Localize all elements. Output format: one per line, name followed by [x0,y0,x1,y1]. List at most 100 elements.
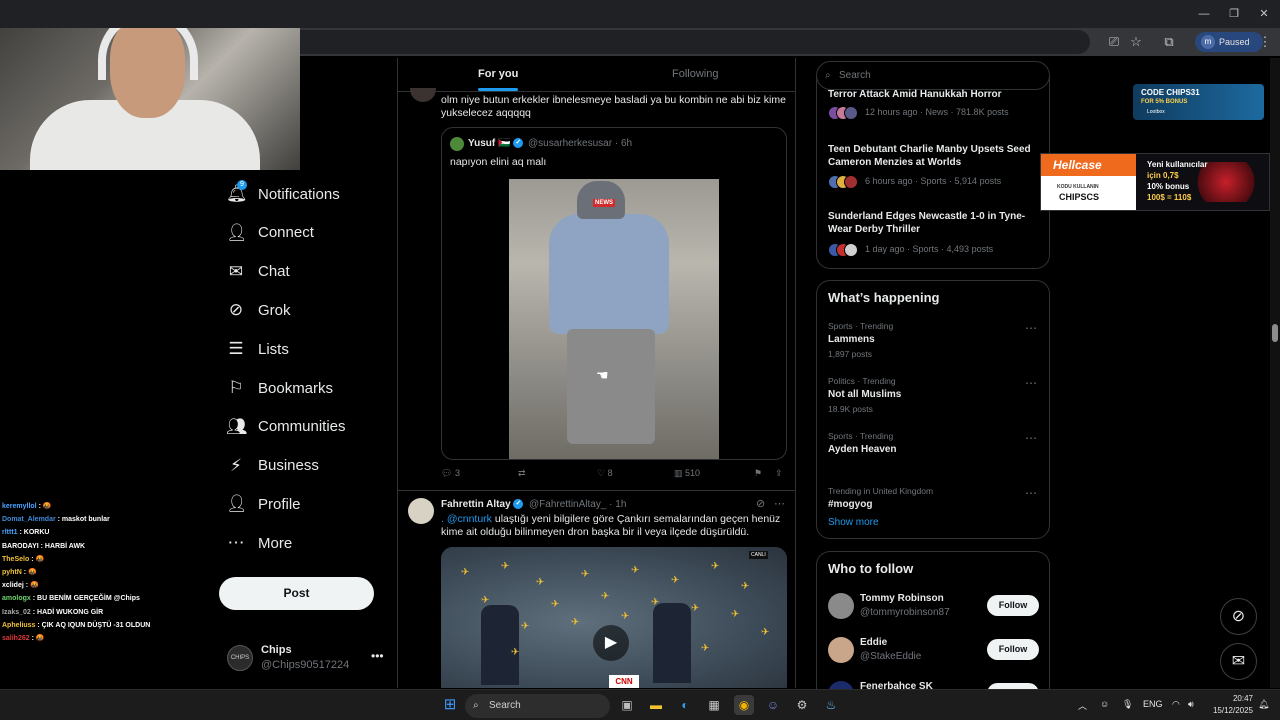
mention-link[interactable]: . @cnnturk [441,513,492,525]
discord-icon[interactable]: ☺ [763,695,783,715]
sidebar-item-grok[interactable]: ⊘ Grok [226,293,291,327]
show-more-link[interactable]: Show more [828,517,879,528]
grok-icon: ⊘ [228,300,244,320]
trend-name[interactable]: #mogyog [828,499,872,510]
chat-text: : 🤬 [31,555,45,563]
grok-icon[interactable]: ⊘ [756,497,765,510]
quoted-tweet[interactable]: Yusuf 🇵🇸 ✓ @susarherkesusar · 6h napıyon… [441,127,787,460]
more-dots-icon[interactable]: ⋯ [1025,321,1037,335]
bookmark-icon[interactable]: ⚑ [754,468,762,479]
section-title: Who to follow [828,561,914,576]
follow-button[interactable]: Follow [987,595,1039,616]
photo-pants [567,329,655,444]
news-title[interactable]: Sunderland Edges Newcastle 1-0 in Tyne-W… [828,210,1038,236]
tab-for-you[interactable]: For you [478,68,519,91]
profile-button[interactable]: m Paused [1195,32,1263,52]
extensions-icon[interactable]: ⧉ [1159,32,1179,52]
omnibox[interactable] [300,30,1090,54]
messages-icon[interactable]: ✉ [1220,643,1257,680]
tweet-video[interactable]: ✈ ✈ ✈ ✈ ✈ ✈ ✈ ✈ ✈ ✈ ✈ ✈ ✈ ✈ ✈ ✈ ✈ ✈ ✈ ✈ ▶ CNN CANLI [441,547,787,688]
minimize-icon[interactable]: — [1194,4,1214,24]
avatar[interactable] [828,637,854,663]
wifi-icon[interactable]: ◠ [1172,699,1180,710]
quote-photo[interactable]: NEWS [509,179,719,459]
sidebar-item-communities[interactable]: 👥︎ Communities [226,410,346,444]
settings-icon[interactable]: ⚙ [792,695,812,715]
follow-button[interactable]: Follow [987,639,1039,660]
trend-name[interactable]: Lammens [828,334,875,345]
search-icon: ⌕ [473,700,479,711]
chat-message: xclidej : 🤬 [0,579,200,592]
more-dots-icon[interactable]: ⋯ [1025,431,1037,445]
scrollbar-thumb[interactable] [1272,324,1278,342]
sidebar-item-bookmarks[interactable]: ⚐ Bookmarks [226,371,333,405]
avatar[interactable] [410,88,436,102]
sidebar-item-lists[interactable]: ☰ Lists [226,332,288,366]
steam-icon[interactable]: ♨ [821,695,841,715]
close-icon[interactable]: ✕ [1254,4,1274,24]
file-explorer-icon[interactable]: ▬ [646,695,666,715]
cast-icon[interactable]: ⎚ [1104,32,1124,52]
plane-icon: ✈ [741,581,750,592]
follow-suggestion-name[interactable]: Tommy Robinson [860,593,944,604]
divider [398,490,795,491]
repost-icon[interactable]: ⇄ [518,468,526,479]
avatar[interactable] [828,593,854,619]
news-title[interactable]: Terror Attack Amid Hanukkah Horror [828,88,1038,101]
scrollbar[interactable] [1270,58,1280,688]
chat-message: TheSelo : 🤬 [0,553,200,566]
sidebar-item-chat[interactable]: ✉ Chat [226,255,290,289]
more-dots-icon[interactable]: ••• [371,649,384,663]
lootbox-ad[interactable]: CODE CHIPS31 FOR 5% BONUS Lootbox [1133,84,1264,120]
trend-name[interactable]: Ayden Heaven [828,444,897,455]
tray-discord-icon[interactable]: ☺ [1100,699,1109,709]
views-action[interactable]: ▥ 510 [674,468,700,479]
more-dots-icon[interactable]: ⋯ [774,497,785,510]
more-dots-icon[interactable]: ⋯ [1025,486,1037,500]
chat-text: : KORKU [19,529,50,537]
grok-icon[interactable]: ⊘ [1220,598,1257,635]
edge-icon[interactable]: ◐ [675,695,695,715]
reply-action[interactable]: 💬︎ 3 [441,468,460,479]
sidebar-item-connect[interactable]: 👤︎ Connect [226,216,314,250]
post-button[interactable]: Post [219,577,374,610]
task-view-icon[interactable]: ▣ [617,695,637,715]
trend-name[interactable]: Not all Muslims [828,389,901,400]
microphone-icon[interactable]: 🎙︎ [1122,699,1133,710]
language-indicator[interactable]: ENG [1143,699,1163,709]
tray-chevron-icon[interactable]: ︿ [1078,699,1087,712]
heart-icon: ♡ [597,468,606,478]
plane-icon: ✈ [571,617,580,628]
chrome-icon[interactable]: ◉ [734,695,754,715]
news-title[interactable]: Teen Debutant Charlie Manby Upsets Seed … [828,143,1038,169]
avatar[interactable] [408,498,434,524]
profile-status: Paused [1219,37,1250,47]
bookmark-star-icon[interactable]: ☆ [1126,32,1146,52]
share-icon[interactable]: ⇪ [775,468,783,479]
author-name[interactable]: Fahrettin Altay ✓ [441,499,524,510]
chat-username: xclidej [2,582,24,590]
more-dots-icon[interactable]: ⋯ [1025,376,1037,390]
store-icon[interactable]: ▦ [704,695,724,715]
tab-following[interactable]: Following [672,68,718,80]
plane-icon: ✈ [536,577,545,588]
taskbar-search[interactable]: ⌕ Search [465,694,610,718]
play-icon[interactable]: ▶ [593,625,629,661]
browser-menu-icon[interactable]: ⋮ [1255,32,1275,52]
sidebar-item-profile[interactable]: 👤︎ Profile [226,487,301,521]
author-handle: @FahrettinAltay_ · 1h [529,499,627,510]
follow-suggestion-name[interactable]: Eddie [860,637,887,648]
plane-icon: ✈ [711,561,720,572]
sidebar-item-business[interactable]: ⚡︎ Business [226,449,319,483]
account-switcher[interactable]: CHIPS Chips @Chips90517224 ••• [227,643,387,673]
windows-start-icon[interactable]: ⊞ [440,695,460,715]
sidebar-item-more[interactable]: ⋯ More [226,526,293,560]
volume-icon[interactable]: 🔊︎ [1188,699,1194,710]
sidebar-item-notifications[interactable]: 🔔︎ 9 Notifications [226,177,340,211]
notification-icon[interactable]: 🔔︎ [1258,699,1269,710]
like-action[interactable]: ♡ 8 [597,468,613,479]
notification-badge: 9 [237,180,247,190]
hellcase-ad[interactable]: Hellcase KODU KULLANIN CHIPSCS Yeni kull… [1040,153,1270,211]
restore-icon[interactable]: ❐ [1224,4,1244,24]
taskbar-clock[interactable]: 20:47 15/12/2025 [1205,693,1253,717]
